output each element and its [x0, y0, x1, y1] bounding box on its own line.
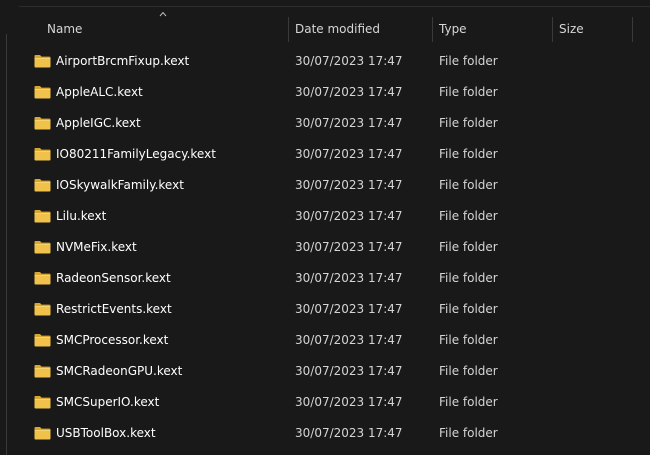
file-type: File folder — [439, 240, 498, 254]
file-row[interactable]: IO80211FamilyLegacy.kext 30/07/2023 17:47… — [0, 139, 650, 170]
file-row[interactable]: SMCRadeonGPU.kext 30/07/2023 17:47 File fo… — [0, 356, 650, 387]
date-modified: 30/07/2023 17:47 — [295, 395, 403, 409]
file-type: File folder — [439, 209, 498, 223]
column-divider[interactable] — [552, 17, 553, 42]
file-list: AirportBrcmFixup.kext 30/07/2023 17:47 Fil… — [0, 46, 650, 449]
date-modified: 30/07/2023 17:47 — [295, 178, 403, 192]
file-type: File folder — [439, 333, 498, 347]
file-name: RadeonSensor.kext — [56, 271, 171, 285]
file-type: File folder — [439, 147, 498, 161]
file-row[interactable]: SMCSuperIO.kext 30/07/2023 17:47 File fold… — [0, 387, 650, 418]
file-type: File folder — [439, 395, 498, 409]
file-name: SMCRadeonGPU.kext — [56, 364, 183, 378]
file-row[interactable]: RestrictEvents.kext 30/07/2023 17:47 File … — [0, 294, 650, 325]
file-type: File folder — [439, 364, 498, 378]
file-row[interactable]: AirportBrcmFixup.kext 30/07/2023 17:47 Fil… — [0, 46, 650, 77]
file-name: AppleALC.kext — [56, 85, 143, 99]
file-name: IOSkywalkFamily.kext — [56, 178, 184, 192]
file-row[interactable]: USBToolBox.kext 30/07/2023 17:47 File fold… — [0, 418, 650, 449]
date-modified: 30/07/2023 17:47 — [295, 147, 403, 161]
folder-icon — [34, 210, 51, 223]
date-modified: 30/07/2023 17:47 — [295, 85, 403, 99]
column-divider[interactable] — [288, 17, 289, 42]
file-name: AppleIGC.kext — [56, 116, 141, 130]
file-type: File folder — [439, 54, 498, 68]
folder-icon — [34, 148, 51, 161]
folder-icon — [34, 365, 51, 378]
file-row[interactable]: RadeonSensor.kext 30/07/2023 17:47 File fo… — [0, 263, 650, 294]
folder-icon — [34, 86, 51, 99]
file-type: File folder — [439, 302, 498, 316]
file-name: RestrictEvents.kext — [56, 302, 172, 316]
column-header-type[interactable]: Type — [439, 16, 467, 42]
file-name: Lilu.kext — [56, 209, 107, 223]
file-row[interactable]: NVMeFix.kext 30/07/2023 17:47 File folder — [0, 232, 650, 263]
column-divider[interactable] — [632, 17, 633, 42]
folder-icon — [34, 179, 51, 192]
file-row[interactable]: SMCProcessor.kext 30/07/2023 17:47 File fo… — [0, 325, 650, 356]
date-modified: 30/07/2023 17:47 — [295, 209, 403, 223]
file-type: File folder — [439, 426, 498, 440]
sort-ascending-icon — [159, 11, 167, 17]
date-modified: 30/07/2023 17:47 — [295, 333, 403, 347]
folder-icon — [34, 272, 51, 285]
folder-icon — [34, 303, 51, 316]
folder-icon — [34, 396, 51, 409]
file-type: File folder — [439, 116, 498, 130]
column-header-size[interactable]: Size — [559, 16, 584, 42]
file-name: NVMeFix.kext — [56, 240, 137, 254]
date-modified: 30/07/2023 17:47 — [295, 302, 403, 316]
file-row[interactable]: AppleIGC.kext 30/07/2023 17:47 File folder — [0, 108, 650, 139]
column-header-name[interactable]: Name — [47, 16, 82, 42]
column-header-row: Name Date modified Type Size — [0, 0, 650, 42]
column-header-date-modified[interactable]: Date modified — [295, 16, 380, 42]
file-type: File folder — [439, 85, 498, 99]
file-name: AirportBrcmFixup.kext — [56, 54, 190, 68]
folder-icon — [34, 241, 51, 254]
date-modified: 30/07/2023 17:47 — [295, 426, 403, 440]
file-row[interactable]: AppleALC.kext 30/07/2023 17:47 File folder — [0, 77, 650, 108]
date-modified: 30/07/2023 17:47 — [295, 271, 403, 285]
file-row[interactable]: Lilu.kext 30/07/2023 17:47 File folder — [0, 201, 650, 232]
folder-icon — [34, 334, 51, 347]
folder-icon — [34, 55, 51, 68]
file-name: USBToolBox.kext — [56, 426, 156, 440]
file-type: File folder — [439, 178, 498, 192]
folder-icon — [34, 117, 51, 130]
date-modified: 30/07/2023 17:47 — [295, 116, 403, 130]
date-modified: 30/07/2023 17:47 — [295, 364, 403, 378]
file-name: SMCSuperIO.kext — [56, 395, 160, 409]
date-modified: 30/07/2023 17:47 — [295, 240, 403, 254]
column-divider[interactable] — [432, 17, 433, 42]
file-type: File folder — [439, 271, 498, 285]
folder-icon — [34, 427, 51, 440]
file-row[interactable]: IOSkywalkFamily.kext 30/07/2023 17:47 File… — [0, 170, 650, 201]
file-name: IO80211FamilyLegacy.kext — [56, 147, 216, 161]
date-modified: 30/07/2023 17:47 — [295, 54, 403, 68]
file-name: SMCProcessor.kext — [56, 333, 169, 347]
